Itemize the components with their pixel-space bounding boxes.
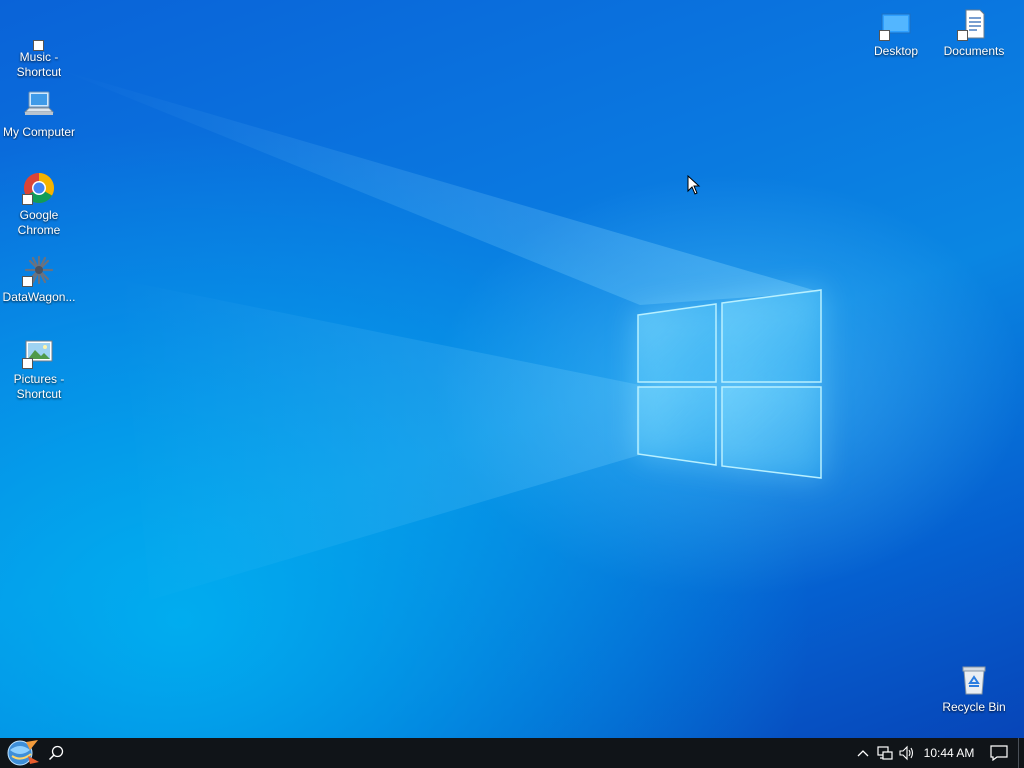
action-center-button[interactable] [980,738,1018,768]
network-button[interactable] [874,738,896,768]
desktop-icon-my-computer[interactable]: My Computer [1,88,77,140]
desktop-icon-recycle-bin[interactable]: Recycle Bin [936,663,1012,715]
network-icon [877,746,893,760]
desktop-icon-pictures-shortcut[interactable]: Pictures - Shortcut [1,335,77,402]
computer-icon [22,88,56,122]
start-button[interactable] [0,738,44,768]
desktop-background[interactable]: Music - Shortcut My Computer Google Chro… [0,0,1024,738]
show-hidden-icons-button[interactable] [852,738,874,768]
desktop-icon-label: Documents [943,44,1005,58]
desktop-icon-label: Pictures - Shortcut [13,372,65,401]
shortcut-arrow-icon [33,40,44,51]
wallpaper-light-beams [60,70,820,600]
desktop-icon-documents[interactable]: Documents [936,7,1012,59]
taskbar: 10:44 AM [0,738,1024,768]
documents-icon [957,7,991,41]
desktop-icon-label: Music - Shortcut [16,50,62,79]
shortcut-arrow-icon [879,30,890,41]
volume-button[interactable] [896,738,918,768]
desktop-folder-icon [879,7,913,41]
desktop-icon-label: Recycle Bin [942,700,1006,714]
chevron-up-icon [857,750,869,757]
recycle-bin-icon [957,663,991,697]
chrome-icon [22,171,56,205]
shortcut-arrow-icon [22,194,33,205]
shortcut-arrow-icon [22,276,33,287]
clock-button[interactable]: 10:44 AM [918,738,980,768]
pictures-icon [22,335,56,369]
search-icon [48,745,64,761]
show-desktop-button[interactable] [1018,738,1024,768]
shortcut-arrow-icon [22,358,33,369]
desktop-icon-google-chrome[interactable]: Google Chrome [1,171,77,238]
volume-icon [899,745,914,761]
datawagon-icon [22,253,56,287]
windows-logo [637,289,822,479]
desktop-icon-music-shortcut[interactable]: Music - Shortcut [1,19,77,80]
desktop-icon-desktop[interactable]: Desktop [858,7,934,59]
desktop-icon-label: My Computer [2,125,76,139]
desktop-icon-datawagon[interactable]: DataWagon... [1,253,77,305]
search-button[interactable] [44,738,68,768]
desktop-icon-label: Google Chrome [17,208,61,237]
action-center-icon [990,745,1008,761]
desktop-icon-label: DataWagon... [2,290,76,304]
desktop-icon-label: Desktop [873,44,919,58]
mouse-cursor-icon [687,175,701,195]
shortcut-arrow-icon [957,30,968,41]
clock-time: 10:44 AM [923,746,975,760]
music-icon [22,19,56,53]
start-orb-icon [7,740,39,766]
